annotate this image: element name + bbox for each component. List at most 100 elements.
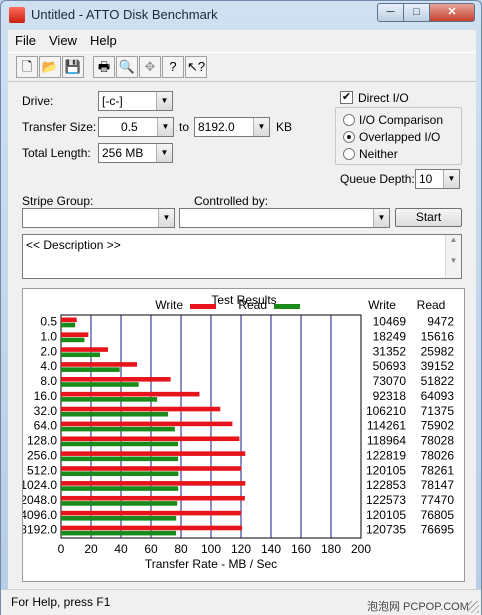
x-tick-label: 200 [351,542,371,556]
move-icon[interactable]: ✥ [139,56,161,78]
print-icon[interactable]: 🖶 [93,56,115,78]
x-tick-label: 40 [114,542,128,556]
write-value: 120105 [366,508,406,522]
maximize-button[interactable]: □ [403,3,430,22]
write-value: 50693 [373,359,407,373]
test-results-panel: Test Results Write Read Write Read 0 20 40 60 80 1… [20,288,465,582]
app-icon [9,7,25,23]
x-axis-label: Transfer Rate - MB / Sec [145,557,277,571]
radio-overlapped-io[interactable] [343,131,355,143]
write-bar [61,362,138,367]
stripe-group-select[interactable]: ▼ [22,208,175,228]
menu-file[interactable]: File [15,33,36,48]
read-bar [61,367,120,372]
read-value: 76805 [421,508,455,522]
chevron-down-icon: ▼ [373,209,389,227]
chevron-down-icon: ▼ [157,118,173,136]
open-icon[interactable]: 📂 [39,56,61,78]
transfer-size-to-select[interactable]: 8192.0 ▼ [194,117,270,137]
menu-view[interactable]: View [49,33,77,48]
direct-io-checkbox[interactable]: ✔ [340,91,353,104]
menu-bar: File View Help [8,30,476,52]
y-tick-label: 2.0 [40,344,57,358]
resize-grip[interactable] [467,601,479,613]
controlled-by-select[interactable]: ▼ [179,208,390,228]
column-header-read: Read [417,298,446,312]
read-value: 78261 [421,463,455,477]
x-tick-label: 160 [291,542,311,556]
radio-io-comparison[interactable] [343,114,355,126]
io-mode-group: I/O Comparison Overlapped I/O Neither [335,107,462,165]
transfer-size-from-select[interactable]: 0.5 ▼ [98,117,174,137]
write-bar [61,317,77,323]
write-value: 18249 [373,329,407,343]
start-button[interactable]: Start [395,208,462,227]
title-bar[interactable]: Untitled - ATTO Disk Benchmark ─ □ ✕ [1,1,481,29]
print-preview-icon[interactable]: 🔍 [116,56,138,78]
save-icon[interactable]: 💾 [62,56,84,78]
write-bar [61,510,242,516]
queue-depth-select[interactable]: 10 ▼ [415,169,460,189]
read-bar [61,516,177,521]
write-bar [61,347,109,352]
write-value: 73070 [373,374,407,388]
chevron-down-icon: ▼ [156,92,172,110]
write-bar [61,406,221,412]
transfer-to-label: to [179,120,190,134]
status-bar: For Help, press F1 泡泡网 PCPOP.COM [1,589,481,615]
total-length-label: Total Length: [22,146,91,160]
drive-select[interactable]: [-c-] ▼ [98,91,173,111]
y-tick-label: 512.0 [27,463,57,477]
read-bar [61,322,76,328]
write-bar [61,525,243,531]
transfer-size-label: Transfer Size: [22,120,97,134]
total-length-select[interactable]: 256 MB ▼ [98,143,173,163]
write-bar [61,481,246,486]
minimize-button[interactable]: ─ [377,3,404,22]
write-value: 31352 [373,344,407,358]
y-tick-label: 2048.0 [23,493,57,507]
read-value: 76695 [421,523,455,537]
x-tick-label: 120 [231,542,251,556]
read-value: 15616 [421,329,455,343]
menu-help[interactable]: Help [90,33,117,48]
direct-io-label: Direct I/O [358,91,409,105]
description-field[interactable]: << Description >> ▲ ▼ [22,234,462,279]
write-bar [61,451,246,456]
x-tick-label: 20 [84,542,98,556]
read-value: 78147 [421,478,455,492]
y-tick-label: 16.0 [34,389,58,403]
write-value: 92318 [373,389,407,403]
write-bar [61,377,171,382]
read-bar [61,426,175,432]
x-tick-label: 180 [321,542,341,556]
help-icon[interactable]: ? [162,56,184,78]
write-bar [61,391,200,397]
x-tick-label: 0 [58,542,65,556]
description-text: << Description >> [26,238,121,252]
read-bar [61,471,179,476]
radio-io-comparison-label: I/O Comparison [359,113,444,127]
column-header-write: Write [368,298,396,312]
read-value: 71375 [421,404,455,418]
read-value: 9472 [427,315,454,329]
read-value: 25982 [421,344,455,358]
close-button[interactable]: ✕ [429,3,475,22]
transfer-unit-label: KB [276,120,293,134]
y-tick-label: 8192.0 [23,523,57,537]
read-bar [61,382,139,387]
x-tick-label: 80 [174,542,188,556]
y-tick-label: 32.0 [34,404,58,418]
write-value: 122573 [366,493,406,507]
legend-read-swatch [274,304,300,309]
write-value: 118964 [367,434,406,448]
read-bar [61,352,100,358]
chevron-down-icon: ▼ [156,144,172,162]
status-help-text: For Help, press F1 [11,595,111,609]
description-scrollbar[interactable]: ▲ ▼ [445,235,461,278]
write-value: 122819 [366,448,406,462]
context-help-icon[interactable]: ↖? [185,56,207,78]
legend-write-swatch [190,304,216,309]
radio-neither[interactable] [343,148,355,160]
new-icon[interactable]: 🗋 [16,56,38,78]
